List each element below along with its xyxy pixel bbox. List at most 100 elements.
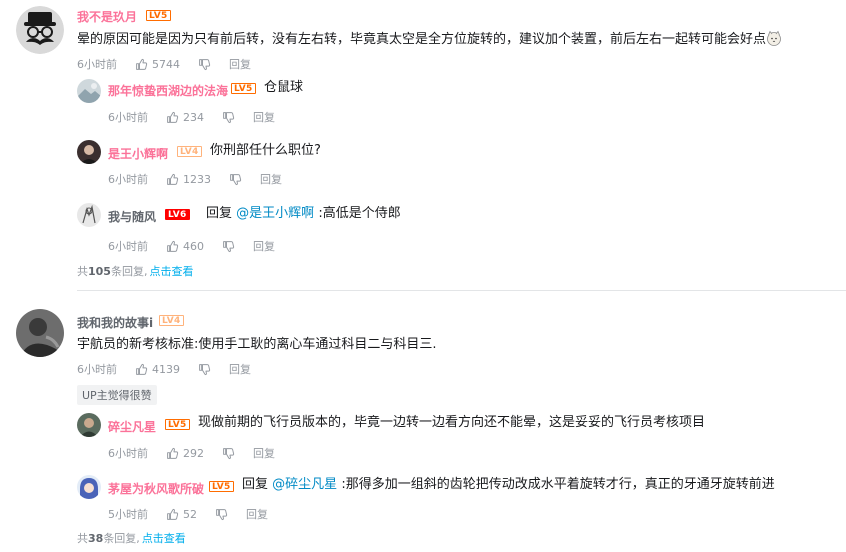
avatar[interactable]	[16, 309, 64, 357]
like-button[interactable]: 292	[166, 447, 204, 460]
thumb-down-icon	[222, 240, 235, 253]
avatar[interactable]	[77, 79, 101, 103]
more-prefix: 共	[77, 265, 88, 278]
reply-meta: 6小时前 292 回复	[108, 445, 275, 461]
level-badge: LV5	[146, 10, 171, 21]
more-replies: 共105条回复, 点击查看	[77, 263, 193, 279]
reply-meta: 6小时前 234 回复	[108, 109, 275, 125]
level-badge: LV4	[177, 146, 202, 157]
dislike-button[interactable]	[222, 111, 235, 124]
thumb-up-icon	[135, 363, 148, 376]
like-button[interactable]: 4139	[135, 363, 180, 376]
dislike-button[interactable]	[229, 173, 242, 186]
avatar-sketch-icon	[77, 203, 101, 227]
thumb-down-icon	[222, 111, 235, 124]
like-count: 4139	[152, 362, 180, 376]
dislike-button[interactable]	[198, 363, 211, 376]
mention-link[interactable]: @碎尘凡星	[272, 477, 337, 492]
reply-username[interactable]: 那年惊蛰西湖边的法海	[108, 82, 228, 99]
avatar[interactable]	[77, 203, 101, 227]
like-count: 460	[183, 239, 204, 253]
reply-button[interactable]: 回复	[229, 56, 251, 72]
thumb-down-icon	[229, 173, 242, 186]
avatar[interactable]	[16, 6, 64, 54]
up-liked-tag: UP主觉得很赞	[77, 385, 157, 405]
comment-username[interactable]: 我和我的故事i	[77, 314, 153, 331]
reply-button[interactable]: 回复	[253, 109, 275, 125]
thumb-up-icon	[166, 240, 179, 253]
view-more-link[interactable]: 点击查看	[149, 265, 193, 278]
cat-emoji-icon	[766, 30, 782, 46]
reply-username[interactable]: 我与随风	[108, 208, 156, 225]
avatar[interactable]	[77, 475, 101, 499]
reply-time: 6小时前	[108, 240, 148, 253]
thumb-up-icon	[166, 111, 179, 124]
avatar[interactable]	[77, 413, 101, 437]
reply-username[interactable]: 碎尘凡星	[108, 418, 156, 435]
thumb-up-icon	[166, 447, 179, 460]
reply-time: 6小时前	[108, 173, 148, 186]
reply-text-content: :那得多加一组斜的齿轮把传动改成水平着旋转才行，真正的牙通牙旋转前进	[341, 477, 775, 492]
reply-text: 现做前期的飞行员版本的，毕竟一边转一边看方向还不能晕，这是妥妥的飞行员考核项目	[198, 415, 706, 430]
thumb-up-icon	[166, 508, 179, 521]
reply-count: 105	[88, 265, 111, 278]
comment-text-content: 晕的原因可能是因为只有前后转，没有左右转，毕竟真太空是全方位旋转的，建议加个装置…	[77, 32, 767, 47]
reply-button[interactable]: 回复	[253, 445, 275, 461]
reply-text: 回复 @是王小辉啊 :高低是个侍郎	[206, 205, 401, 223]
more-prefix: 共	[77, 532, 88, 545]
comment-text: 晕的原因可能是因为只有前后转，没有左右转，毕竟真太空是全方位旋转的，建议加个装置…	[77, 30, 782, 49]
reply-time: 6小时前	[108, 447, 148, 460]
like-count: 292	[183, 446, 204, 460]
level-badge: LV5	[209, 481, 234, 492]
like-button[interactable]: 52	[166, 508, 197, 521]
reply-username[interactable]: 茅屋为秋风歌所破	[108, 480, 204, 497]
dislike-button[interactable]	[198, 58, 211, 71]
reply-prefix: 回复	[242, 477, 269, 492]
comment-username[interactable]: 我不是玖月	[77, 8, 137, 25]
more-suffix: 条回复,	[110, 265, 148, 278]
comment-divider	[77, 290, 846, 291]
like-count: 5744	[152, 57, 180, 71]
reply-button[interactable]: 回复	[260, 171, 282, 187]
avatar-portrait-icon	[77, 413, 101, 437]
comment-time: 6小时前	[77, 58, 117, 71]
more-suffix: 条回复,	[103, 532, 140, 545]
like-count: 52	[183, 507, 197, 521]
reply-username[interactable]: 是王小辉啊	[108, 145, 168, 162]
reply-prefix: 回复	[206, 206, 233, 221]
reply-text-content: :高低是个侍郎	[318, 206, 401, 221]
like-button[interactable]: 234	[166, 111, 204, 124]
mention-link[interactable]: @是王小辉啊	[236, 206, 314, 221]
reply-text: 仓鼠球	[264, 80, 304, 95]
like-button[interactable]: 5744	[135, 58, 180, 71]
reply-button[interactable]: 回复	[246, 506, 268, 522]
dislike-button[interactable]	[215, 508, 228, 521]
avatar[interactable]	[77, 140, 101, 164]
like-count: 1233	[183, 172, 211, 186]
like-button[interactable]: 460	[166, 240, 204, 253]
more-replies: 共38条回复, 点击查看	[77, 530, 186, 546]
level-badge: LV6	[165, 209, 190, 220]
avatar-anime-icon	[77, 475, 101, 499]
reply-meta: 6小时前 460 回复	[108, 238, 275, 254]
reply-button[interactable]: 回复	[253, 238, 275, 254]
thumb-down-icon	[198, 363, 211, 376]
reply-text: 回复 @碎尘凡星 :那得多加一组斜的齿轮把传动改成水平着旋转才行，真正的牙通牙旋…	[242, 476, 775, 494]
comment-time: 6小时前	[77, 363, 117, 376]
avatar-person-icon	[77, 140, 101, 164]
thumb-up-icon	[166, 173, 179, 186]
view-more-link[interactable]: 点击查看	[142, 532, 186, 545]
avatar-mustache-gentleman-icon	[16, 6, 64, 54]
level-badge: LV5	[231, 83, 256, 94]
avatar-photo-icon	[16, 309, 64, 357]
reply-meta: 5小时前 52 回复	[108, 506, 268, 522]
thumb-down-icon	[198, 58, 211, 71]
comment-text: 宇航员的新考核标准:使用手工耿的离心车通过科目二与科目三.	[77, 337, 437, 352]
dislike-button[interactable]	[222, 240, 235, 253]
level-badge: LV5	[165, 419, 190, 430]
comment-meta: 6小时前 5744 回复	[77, 56, 251, 72]
reply-button[interactable]: 回复	[229, 361, 251, 377]
dislike-button[interactable]	[222, 447, 235, 460]
like-button[interactable]: 1233	[166, 173, 211, 186]
avatar-landscape-icon	[77, 79, 101, 103]
